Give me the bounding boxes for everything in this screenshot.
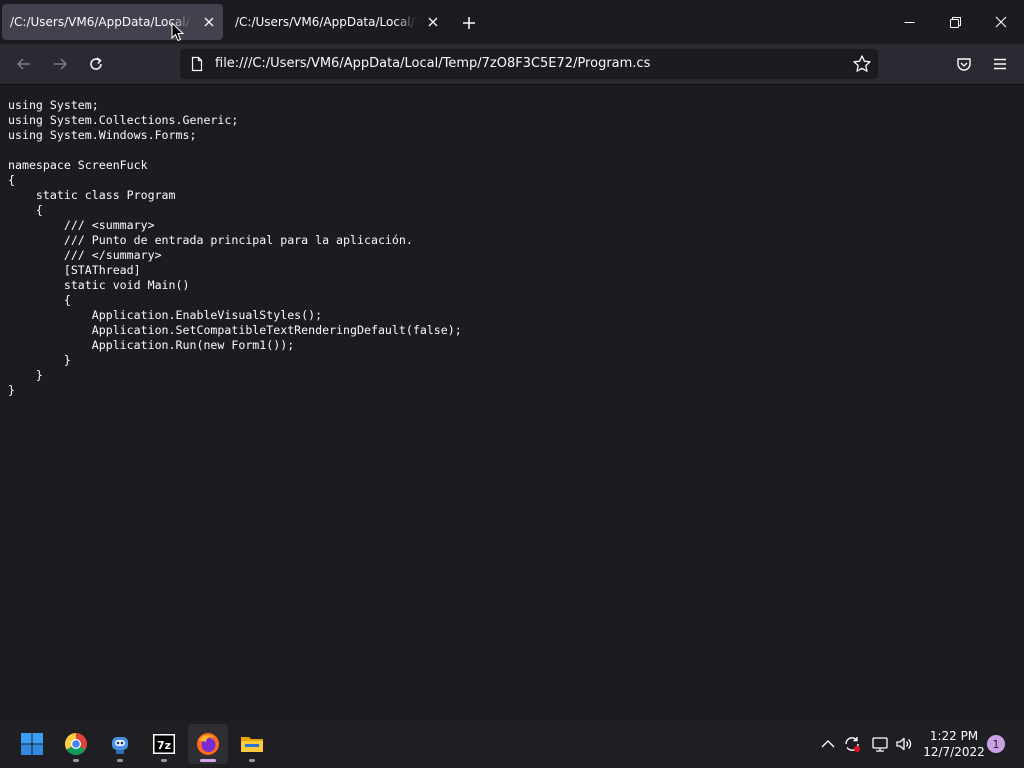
show-hidden-icons-button[interactable]	[818, 734, 838, 754]
taskbar-chrome[interactable]	[56, 724, 96, 764]
close-tab-icon[interactable]	[201, 14, 217, 30]
robot-app-icon	[112, 737, 128, 754]
sync-icon	[845, 737, 860, 752]
forward-arrow-icon	[54, 58, 68, 70]
back-arrow-icon	[16, 58, 30, 70]
close-window-button[interactable]	[978, 0, 1024, 44]
chevron-up-icon	[821, 740, 835, 748]
tab-program-cs-active[interactable]: /C:/Users/VM6/AppData/Local/Temp/7zO8F3C…	[2, 4, 223, 40]
pocket-button[interactable]	[950, 50, 978, 78]
plus-icon	[463, 17, 475, 29]
network-tray-icon[interactable]	[870, 734, 890, 754]
speaker-icon	[896, 737, 912, 751]
sync-tray-icon[interactable]	[842, 734, 862, 754]
volume-tray-icon[interactable]	[894, 734, 914, 754]
file-icon	[191, 56, 203, 72]
network-icon	[872, 737, 888, 752]
minimize-button[interactable]	[886, 0, 932, 44]
reload-icon	[90, 57, 102, 70]
taskbar-7zip[interactable]: 7z	[144, 724, 184, 764]
clock-date: 12/7/2022	[923, 745, 985, 759]
restore-button[interactable]	[932, 0, 978, 44]
pocket-icon	[957, 58, 971, 71]
minimize-icon	[904, 21, 914, 23]
file-explorer-icon	[241, 737, 263, 752]
bookmark-star-icon[interactable]	[852, 54, 872, 74]
taskbar-firefox[interactable]	[188, 724, 228, 764]
new-tab-button[interactable]	[458, 12, 480, 34]
taskbar-robot-app[interactable]	[100, 724, 140, 764]
reload-button[interactable]	[82, 50, 110, 78]
back-button[interactable]	[10, 50, 38, 78]
page-content: using System; using System.Collections.G…	[0, 85, 1024, 720]
source-code-text: using System; using System.Collections.G…	[8, 98, 462, 397]
tab-program-cs[interactable]: /C:/Users/VM6/AppData/Local/Temp/7zO8F3C…	[227, 4, 447, 40]
browser-window: /C:/Users/VM6/AppData/Local/Temp/7zO8F3C…	[0, 0, 1024, 720]
taskbar: 7z 1:22 PM 12/7/2022	[0, 720, 1024, 768]
url-text: file:///C:/Users/VM6/AppData/Local/Temp/…	[215, 56, 651, 71]
close-icon	[995, 16, 1007, 28]
windows-start-icon	[21, 733, 43, 755]
svg-text:7z: 7z	[157, 739, 171, 752]
notification-badge[interactable]: 1	[987, 735, 1005, 753]
menu-button[interactable]	[986, 50, 1014, 78]
taskbar-file-explorer[interactable]	[232, 724, 272, 764]
address-bar[interactable]: file:///C:/Users/VM6/AppData/Local/Temp/…	[180, 49, 878, 79]
forward-button[interactable]	[46, 50, 74, 78]
mouse-cursor-icon	[171, 22, 185, 42]
start-button[interactable]	[12, 724, 52, 764]
tab-strip: /C:/Users/VM6/AppData/Local/Temp/7zO8F3C…	[0, 0, 1024, 44]
firefox-icon	[197, 733, 219, 755]
navigation-toolbar: file:///C:/Users/VM6/AppData/Local/Temp/…	[0, 44, 1024, 85]
close-tab-icon[interactable]	[425, 14, 441, 30]
restore-icon	[949, 16, 961, 28]
hamburger-menu-icon	[994, 58, 1006, 70]
7zip-icon: 7z	[153, 734, 175, 754]
tab-title: /C:/Users/VM6/AppData/Local/Temp/7zO8F3C…	[235, 15, 417, 29]
tab-title: /C:/Users/VM6/AppData/Local/Temp/7zO8F3C…	[10, 15, 192, 29]
chrome-icon	[65, 733, 87, 755]
taskbar-clock[interactable]: 1:22 PM 12/7/2022	[918, 728, 990, 760]
clock-time: 1:22 PM	[929, 729, 979, 743]
